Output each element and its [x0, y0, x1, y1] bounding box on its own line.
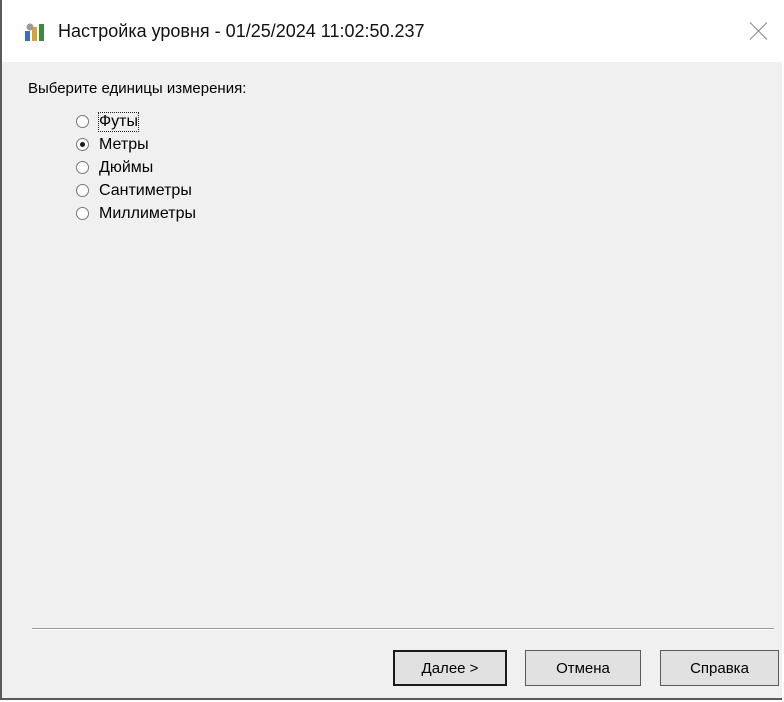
- radio-label-meters[interactable]: Метры: [99, 136, 149, 154]
- cancel-button[interactable]: Отмена: [525, 650, 641, 686]
- app-settings-icon: [25, 23, 44, 41]
- radio-button-centimeters[interactable]: [76, 184, 89, 197]
- radio-button-feet[interactable]: [76, 115, 89, 128]
- window-title: Настройка уровня - 01/25/2024 11:02:50.2…: [58, 21, 425, 41]
- next-button[interactable]: Далее >: [393, 650, 507, 686]
- radio-inches[interactable]: Дюймы: [76, 156, 196, 179]
- close-icon[interactable]: [746, 18, 772, 44]
- radio-centimeters[interactable]: Сантиметры: [76, 179, 196, 202]
- footer-separator: [32, 628, 774, 630]
- units-radio-group: Футы Метры Дюймы Сантиметры Миллиметры: [76, 110, 196, 225]
- radio-label-inches[interactable]: Дюймы: [99, 159, 153, 177]
- radio-millimeters[interactable]: Миллиметры: [76, 202, 196, 225]
- radio-button-millimeters[interactable]: [76, 207, 89, 220]
- radio-label-millimeters[interactable]: Миллиметры: [99, 205, 196, 223]
- radio-label-feet[interactable]: Футы: [98, 111, 139, 132]
- radio-feet[interactable]: Футы: [76, 110, 196, 133]
- radio-button-inches[interactable]: [76, 161, 89, 174]
- help-button[interactable]: Справка: [660, 650, 779, 686]
- dialog-window: Настройка уровня - 01/25/2024 11:02:50.2…: [0, 0, 782, 700]
- radio-button-meters[interactable]: [76, 138, 89, 151]
- radio-label-centimeters[interactable]: Сантиметры: [99, 182, 192, 200]
- title-bar: Настройка уровня - 01/25/2024 11:02:50.2…: [2, 0, 782, 62]
- units-prompt: Выберите единицы измерения:: [28, 80, 247, 97]
- radio-meters[interactable]: Метры: [76, 133, 196, 156]
